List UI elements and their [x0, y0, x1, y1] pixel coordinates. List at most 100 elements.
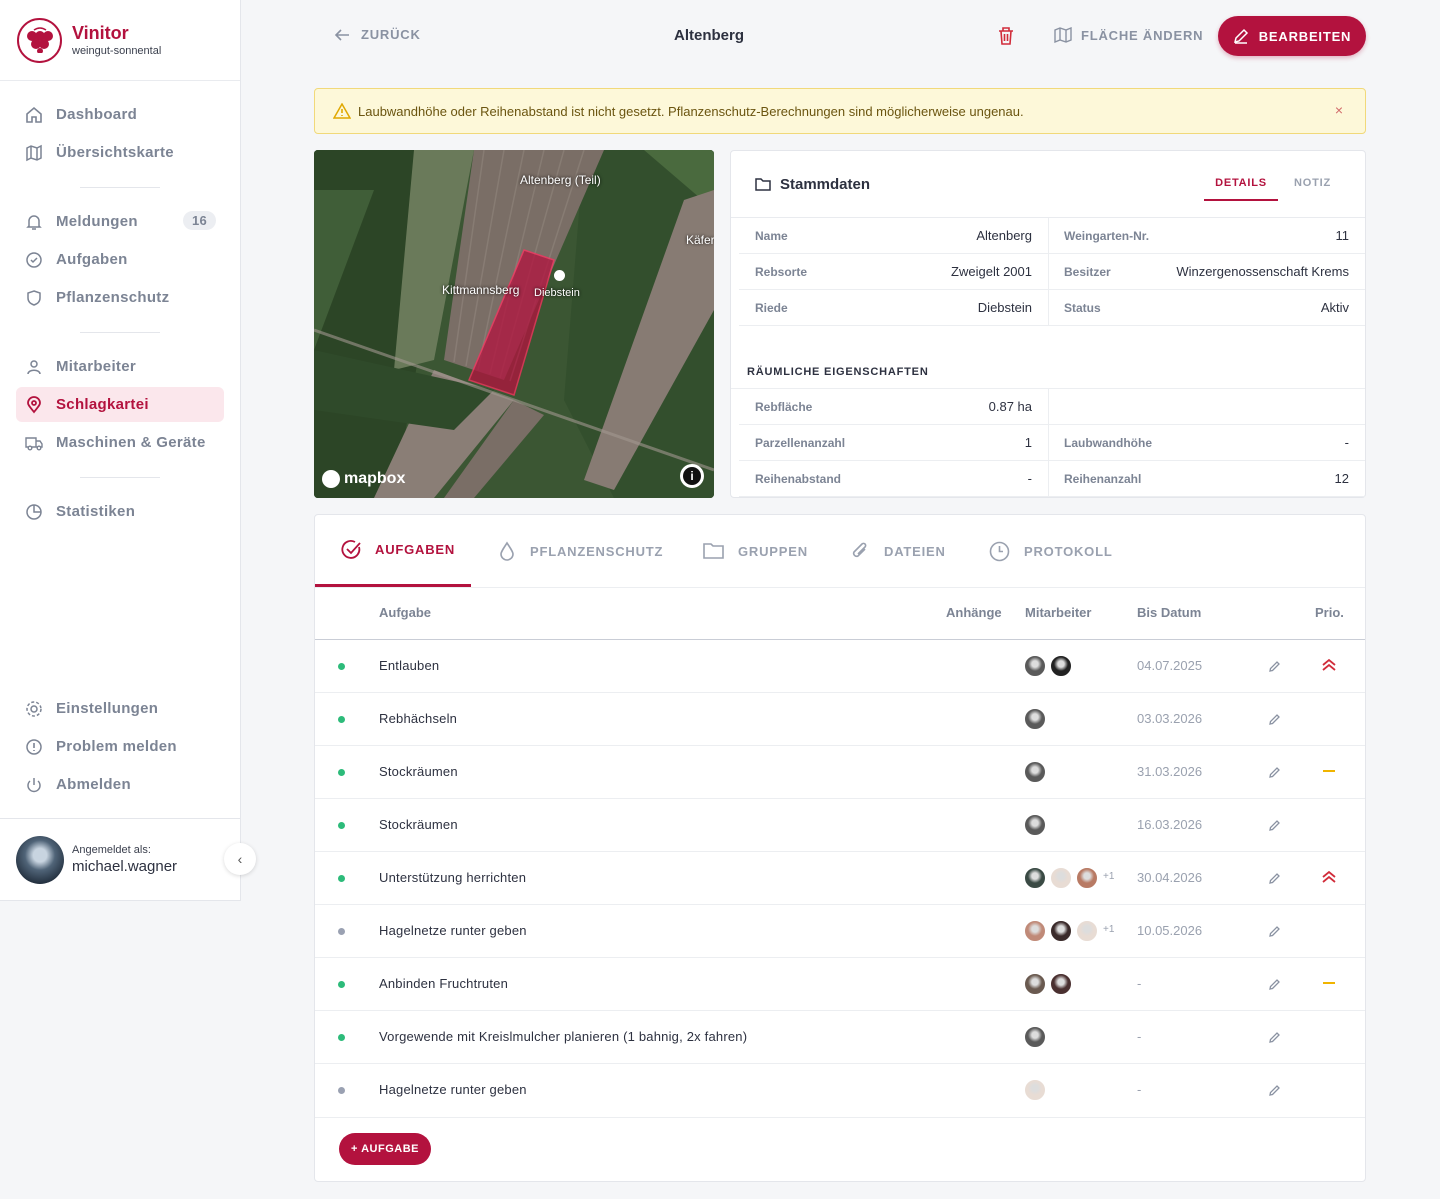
tab-details[interactable]: DETAILS — [1204, 177, 1278, 201]
avatar[interactable] — [1075, 866, 1099, 890]
brand[interactable]: Vinitor weingut-sonnental — [0, 0, 240, 81]
task-name: Rebhächseln — [379, 711, 458, 726]
sidebar-item-einstellungen[interactable]: Einstellungen — [16, 691, 224, 726]
edit-task-pencil-icon[interactable] — [1268, 766, 1281, 784]
column-header-prio[interactable]: Prio. — [1315, 605, 1344, 620]
tab-protokoll[interactable]: PROTOKOLL — [989, 515, 1113, 587]
sidebar-item-abmelden[interactable]: Abmelden — [16, 767, 224, 802]
task-name: Entlauben — [379, 658, 440, 673]
sidebar-item-label: Schlagkartei — [56, 396, 149, 413]
table-row[interactable]: Vorgewende mit Kreislmulcher planieren (… — [315, 1011, 1365, 1064]
task-name: Hagelnetze runter geben — [379, 923, 527, 938]
info-value: 11 — [1335, 228, 1350, 243]
avatar[interactable] — [1023, 654, 1047, 678]
collapse-sidebar-button[interactable]: ‹ — [224, 843, 256, 875]
edit-button[interactable]: BEARBEITEN — [1218, 16, 1366, 56]
check-circle-icon — [341, 540, 361, 559]
avatar[interactable] — [1023, 813, 1047, 837]
info-value: Diebstein — [977, 300, 1032, 315]
tab-aufgaben[interactable]: AUFGABEN — [315, 515, 471, 587]
column-header-staff[interactable]: Mitarbeiter — [1025, 605, 1091, 620]
info-key: Reihenanzahl — [1064, 471, 1142, 486]
info-key: Besitzer — [1064, 264, 1111, 279]
sidebar-item-label: Dashboard — [56, 106, 138, 123]
info-row: Status Aktiv — [1048, 290, 1365, 326]
map-info-button[interactable]: i — [680, 464, 704, 488]
clock-icon — [989, 541, 1010, 561]
change-area-button[interactable]: FLÄCHE ÄNDERN — [1054, 27, 1203, 43]
info-icon: i — [683, 467, 701, 485]
tab-notiz[interactable]: NOTIZ — [1294, 177, 1331, 189]
table-row[interactable]: Entlauben 04.07.2025 — [315, 640, 1365, 693]
sidebar-item-maschinen[interactable]: Maschinen & Geräte — [16, 425, 224, 460]
home-icon — [25, 106, 43, 124]
back-button[interactable]: ZURÜCK — [334, 27, 421, 42]
mapbox-attribution[interactable]: mapbox — [322, 470, 405, 488]
table-row[interactable]: Hagelnetze runter geben - — [315, 1064, 1365, 1118]
table-row[interactable]: Stockräumen 16.03.2026 — [315, 799, 1365, 852]
edit-task-pencil-icon[interactable] — [1268, 1084, 1281, 1102]
page-title: Altenberg — [674, 27, 745, 44]
table-row[interactable]: Rebhächseln 03.03.2026 — [315, 693, 1365, 746]
avatar[interactable] — [1023, 760, 1047, 784]
column-header-due[interactable]: Bis Datum — [1137, 605, 1201, 620]
column-header-attachments[interactable]: Anhänge — [946, 605, 1002, 620]
edit-task-pencil-icon[interactable] — [1268, 713, 1281, 731]
map-marker-icon — [554, 270, 565, 281]
close-icon[interactable]: × — [1335, 102, 1343, 118]
notification-count-badge: 16 — [182, 211, 216, 230]
priority-medium-icon — [1320, 763, 1338, 784]
sidebar-item-schlagkartei[interactable]: Schlagkartei — [16, 387, 224, 422]
table-row[interactable]: Anbinden Fruchtruten - — [315, 958, 1365, 1011]
sidebar-item-mitarbeiter[interactable]: Mitarbeiter — [16, 349, 224, 384]
avatar[interactable] — [1049, 654, 1073, 678]
table-row[interactable]: Stockräumen 31.03.2026 — [315, 746, 1365, 799]
sidebar-item-dashboard[interactable]: Dashboard — [16, 97, 224, 132]
column-header-task[interactable]: Aufgabe — [379, 605, 431, 620]
avatar[interactable] — [1023, 866, 1047, 890]
droplet-icon — [500, 541, 514, 561]
info-key: Laubwandhöhe — [1064, 435, 1152, 450]
table-row[interactable]: Unterstützung herrichten +1 30.04.2026 — [315, 852, 1365, 905]
info-value: Aktiv — [1320, 300, 1349, 315]
delete-button[interactable] — [997, 26, 1015, 51]
info-row — [1048, 389, 1365, 425]
sidebar-item-label: Aufgaben — [56, 251, 128, 268]
sidebar-item-problem[interactable]: Problem melden — [16, 729, 224, 764]
table-row[interactable]: Hagelnetze runter geben +1 10.05.2026 — [315, 905, 1365, 958]
avatar[interactable] — [1023, 919, 1047, 943]
priority-high-icon — [1320, 869, 1338, 890]
power-icon — [25, 776, 43, 794]
sidebar-item-meldungen[interactable]: Meldungen 16 — [16, 204, 224, 239]
add-task-button[interactable]: + AUFGABE — [339, 1133, 431, 1165]
sidebar-item-pflanzenschutz[interactable]: Pflanzenschutz — [16, 280, 224, 315]
user-box[interactable]: Angemeldet als: michael.wagner — [0, 818, 240, 900]
edit-task-pencil-icon[interactable] — [1268, 978, 1281, 996]
avatar[interactable] — [1023, 1078, 1047, 1102]
edit-task-pencil-icon[interactable] — [1268, 872, 1281, 890]
sidebar-item-label: Statistiken — [56, 503, 136, 520]
edit-task-pencil-icon[interactable] — [1268, 1031, 1281, 1049]
avatar[interactable] — [1075, 919, 1099, 943]
status-dot — [338, 1087, 345, 1094]
status-dot — [338, 769, 345, 776]
avatar[interactable] — [1049, 972, 1073, 996]
tab-pflanzenschutz[interactable]: PFLANZENSCHUTZ — [499, 515, 663, 587]
avatar[interactable] — [1049, 919, 1073, 943]
avatar[interactable] — [1049, 866, 1073, 890]
edit-task-pencil-icon[interactable] — [1268, 925, 1281, 943]
field-map[interactable]: Altenberg (Teil) Kittmannsberg Diebstein… — [314, 150, 714, 498]
info-row: Parzellenanzahl 1 — [739, 425, 1048, 461]
avatar[interactable] — [1023, 1025, 1047, 1049]
sidebar-item-statistiken[interactable]: Statistiken — [16, 494, 224, 529]
sidebar-item-aufgaben[interactable]: Aufgaben — [16, 242, 224, 277]
avatar[interactable] — [1023, 707, 1047, 731]
tab-gruppen[interactable]: GRUPPEN — [703, 515, 808, 587]
tab-dateien[interactable]: DATEIEN — [850, 515, 946, 587]
edit-task-pencil-icon[interactable] — [1268, 660, 1281, 678]
edit-task-pencil-icon[interactable] — [1268, 819, 1281, 837]
avatar[interactable] — [1023, 972, 1047, 996]
task-name: Unterstützung herrichten — [379, 870, 527, 885]
info-key: Rebfläche — [755, 399, 813, 414]
sidebar-item-map[interactable]: Übersichtskarte — [16, 135, 224, 170]
